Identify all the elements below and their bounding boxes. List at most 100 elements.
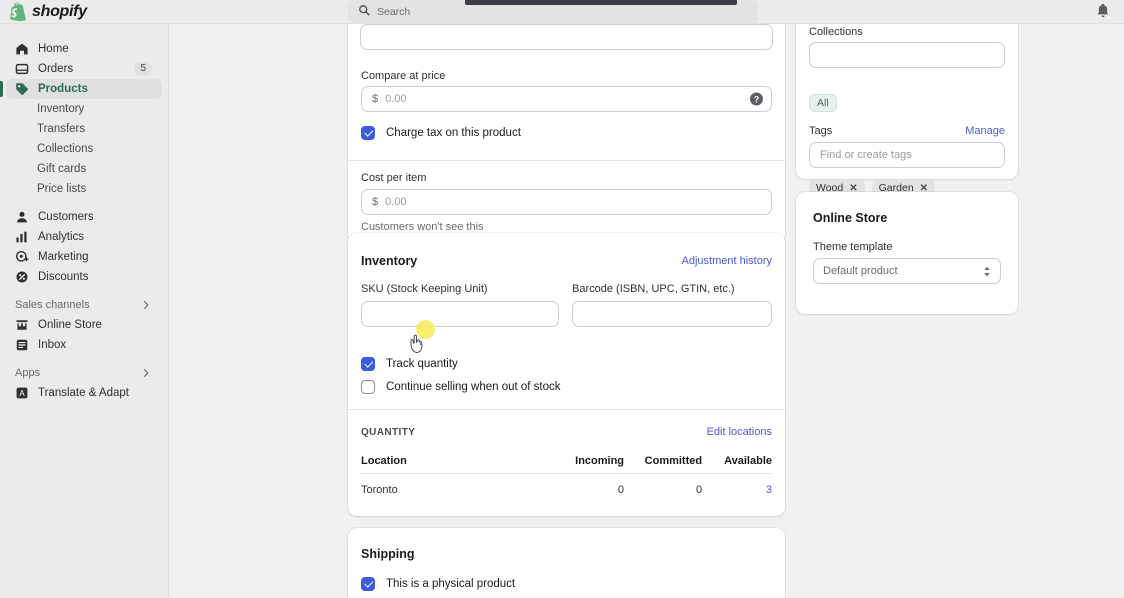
help-circle-icon[interactable]: ? — [750, 92, 763, 106]
sidebar-item-collections[interactable]: Collections — [6, 139, 162, 159]
chevron-right-icon[interactable] — [140, 299, 152, 311]
orders-count-badge: 5 — [134, 62, 152, 76]
discounts-icon — [15, 270, 29, 284]
customers-icon — [15, 210, 29, 224]
sidebar-item-gift-cards[interactable]: Gift cards — [6, 159, 162, 179]
marketing-icon — [15, 250, 29, 264]
sidebar-divider-gap-3 — [0, 355, 168, 363]
sidebar-item-products[interactable]: Products — [0, 79, 162, 99]
sidebar-item-home[interactable]: Home — [6, 39, 162, 59]
track-quantity-label: Track quantity — [386, 358, 458, 370]
sidebar-item-price-lists[interactable]: Price lists — [6, 179, 162, 199]
sidebar-item-orders[interactable]: Orders 5 — [6, 59, 162, 79]
storefront-icon — [15, 318, 29, 332]
organization-card: Collections All Tags Manage Find or crea… — [796, 24, 1018, 196]
barcode-label: Barcode (ISBN, UPC, GTIN, etc.) — [572, 283, 735, 295]
sidebar-section-apps[interactable]: Apps — [6, 363, 162, 383]
compare-at-price-input[interactable]: $ 0.00 ? — [361, 86, 772, 112]
edit-locations-link[interactable]: Edit locations — [707, 426, 772, 438]
sales-channels-label: Sales channels — [15, 299, 90, 311]
charge-tax-label: Charge tax on this product — [386, 127, 521, 139]
price-input[interactable] — [360, 24, 773, 50]
sidebar-item-inbox[interactable]: Inbox — [6, 335, 162, 355]
cell-committed: 0 — [695, 484, 703, 496]
sidebar-nav: Home Orders 5 Products Inventory Transfe… — [0, 24, 169, 598]
table-row: Toronto 0 0 3 — [361, 474, 772, 496]
sidebar-item-transfers-label: Transfers — [37, 123, 86, 135]
column-available: Available — [702, 449, 772, 474]
sidebar-item-customers[interactable]: Customers — [6, 207, 162, 227]
manage-tags-link[interactable]: Manage — [965, 125, 1005, 137]
tags-input[interactable]: Find or create tags — [809, 142, 1005, 168]
continue-selling-checkbox[interactable] — [361, 380, 375, 394]
sidebar-item-customers-label: Customers — [38, 211, 94, 223]
theme-template-select[interactable]: Default product — [813, 258, 1001, 284]
tags-placeholder: Find or create tags — [820, 149, 912, 161]
inventory-card: Inventory Adjustment history SKU (Stock … — [348, 233, 785, 516]
currency-symbol: $ — [372, 93, 379, 105]
sidebar-section-sales-channels[interactable]: Sales channels — [6, 295, 162, 315]
theme-template-label: Theme template — [813, 241, 893, 253]
apps-label: Apps — [15, 367, 41, 379]
sidebar-item-inbox-label: Inbox — [38, 339, 67, 351]
sidebar-item-analytics[interactable]: Analytics — [6, 227, 162, 247]
compare-at-price-label: Compare at price — [361, 70, 446, 82]
physical-product-checkbox[interactable] — [361, 577, 375, 591]
sidebar-item-translate-adapt[interactable]: A Translate & Adapt — [6, 383, 162, 403]
pricing-card: Compare at price $ 0.00 ? Charge tax on … — [348, 24, 785, 243]
sidebar-item-inventory[interactable]: Inventory — [6, 99, 162, 119]
sidebar-item-discounts[interactable]: Discounts — [6, 267, 162, 287]
continue-selling-row[interactable]: Continue selling when out of stock — [361, 380, 561, 394]
column-incoming: Incoming — [550, 449, 625, 474]
translate-icon: A — [15, 386, 29, 400]
shipping-card: Shipping This is a physical product — [348, 528, 785, 598]
collection-chip-all-label: All — [817, 97, 829, 109]
physical-product-label: This is a physical product — [386, 578, 516, 590]
sku-input[interactable] — [361, 301, 559, 327]
table-header-row: Location Incoming Committed Available — [361, 449, 772, 474]
analytics-icon — [15, 230, 29, 244]
sidebar-item-gift-cards-label: Gift cards — [37, 163, 87, 175]
quantity-table: Location Incoming Committed Available To… — [361, 449, 772, 496]
inventory-card-title: Inventory — [361, 254, 418, 268]
quantity-section-label: QUANTITY — [361, 427, 416, 438]
products-tag-icon — [15, 82, 29, 96]
track-quantity-checkbox[interactable] — [361, 357, 375, 371]
column-committed: Committed — [624, 449, 703, 474]
cell-available[interactable]: 3 — [702, 474, 772, 496]
track-quantity-row[interactable]: Track quantity — [361, 357, 458, 371]
cost-per-item-input[interactable]: $ 0.00 — [361, 189, 772, 215]
collection-chip-list: All — [809, 93, 837, 112]
barcode-input[interactable] — [572, 301, 772, 327]
charge-tax-row[interactable]: Charge tax on this product — [361, 126, 521, 140]
search-placeholder: Search — [377, 5, 411, 18]
charge-tax-checkbox[interactable] — [361, 126, 375, 140]
sidebar-item-home-label: Home — [38, 43, 69, 55]
svg-text:A: A — [19, 389, 25, 398]
sidebar-item-marketing-label: Marketing — [38, 251, 89, 263]
chevron-right-icon[interactable] — [140, 367, 152, 379]
sidebar-item-online-store[interactable]: Online Store — [6, 315, 162, 335]
sidebar-item-marketing[interactable]: Marketing — [6, 247, 162, 267]
physical-product-row[interactable]: This is a physical product — [361, 577, 515, 591]
sku-label: SKU (Stock Keeping Unit) — [361, 283, 488, 295]
compare-at-price-placeholder: 0.00 — [385, 93, 407, 105]
home-icon — [15, 42, 29, 56]
continue-selling-label: Continue selling when out of stock — [386, 381, 561, 393]
sidebar-divider-gap-1 — [0, 199, 168, 207]
pricing-card-divider — [348, 160, 785, 161]
bell-icon[interactable] — [1094, 3, 1112, 21]
adjustment-history-link[interactable]: Adjustment history — [682, 255, 772, 267]
currency-symbol: $ — [372, 196, 379, 208]
online-store-card: Online Store Theme template Default prod… — [796, 192, 1018, 314]
collections-input[interactable] — [809, 42, 1005, 68]
sidebar-divider-gap-2 — [0, 287, 168, 295]
collection-chip-all[interactable]: All — [809, 94, 837, 112]
orders-icon — [15, 62, 29, 76]
online-store-card-title: Online Store — [813, 211, 888, 225]
main-canvas: Compare at price $ 0.00 ? Charge tax on … — [169, 24, 1124, 598]
column-location: Location — [361, 449, 551, 474]
sidebar-item-transfers[interactable]: Transfers — [6, 119, 162, 139]
shopify-logo[interactable]: shopify — [0, 2, 170, 22]
inventory-card-divider — [348, 409, 785, 410]
